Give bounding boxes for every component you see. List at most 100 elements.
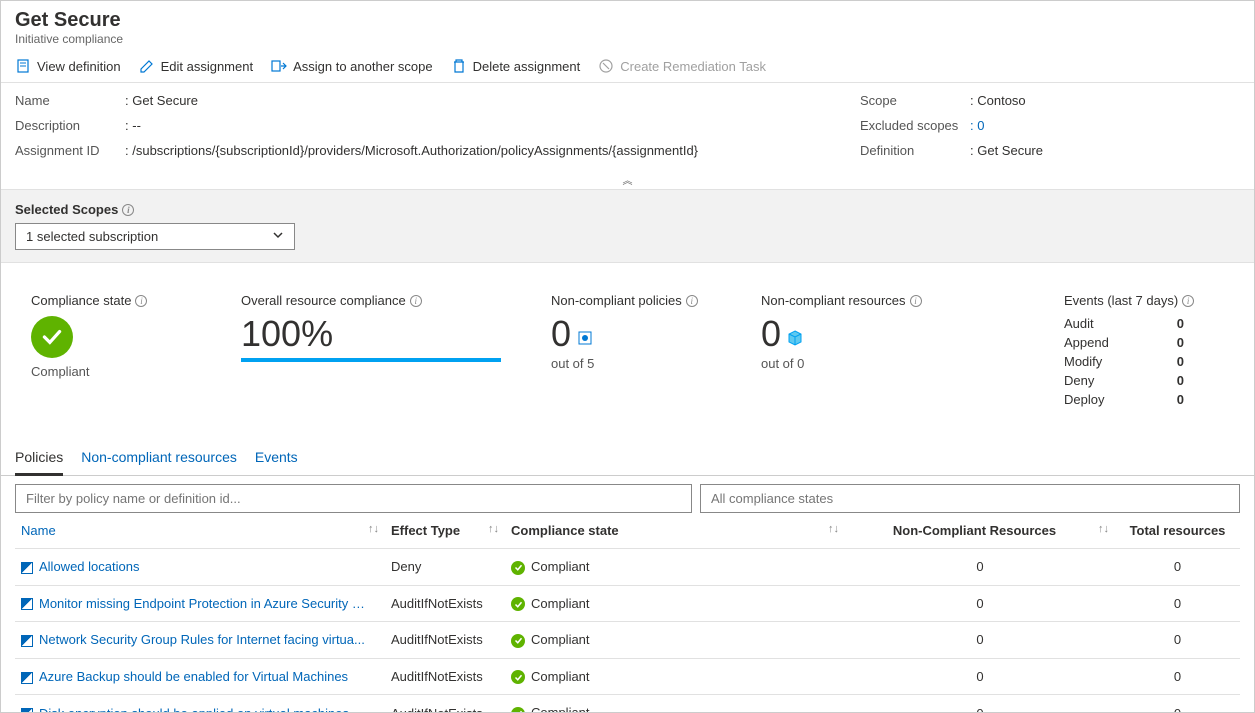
table-row[interactable]: Disk encryption should be applied on vir…: [15, 695, 1240, 713]
compliance-cell: Compliant: [505, 695, 845, 713]
scope-selector-value: 1 selected subscription: [26, 229, 158, 244]
definition-label: Definition: [860, 143, 970, 158]
event-value: 0: [1177, 316, 1184, 331]
overall-compliance-value: 100%: [241, 316, 501, 352]
noncompliant-cell: 0: [845, 549, 1115, 586]
page-subtitle: Initiative compliance: [15, 32, 1240, 46]
total-cell: 0: [1115, 622, 1240, 659]
noncompliant-cell: 0: [845, 658, 1115, 695]
tab-noncompliant-resources[interactable]: Non-compliant resources: [81, 441, 237, 475]
policy-name-cell[interactable]: Monitor missing Endpoint Protection in A…: [15, 585, 385, 622]
tabs: Policies Non-compliant resources Events: [1, 441, 1254, 476]
noncompliant-policies-sub: out of 5: [551, 356, 711, 371]
compliant-check-icon: [511, 597, 525, 611]
toolbar-label: Assign to another scope: [293, 59, 432, 74]
total-cell: 0: [1115, 695, 1240, 713]
policy-icon: [21, 635, 33, 647]
compliance-cell: Compliant: [505, 658, 845, 695]
stats-section: Compliance statei Compliant Overall reso…: [1, 263, 1254, 431]
excluded-scopes-label: Excluded scopes: [860, 118, 970, 133]
tab-policies[interactable]: Policies: [15, 441, 63, 476]
overall-compliance-stat: Overall resource compliancei 100%: [241, 293, 501, 411]
scope-value: : Contoso: [970, 93, 1026, 108]
pencil-icon: [139, 58, 155, 74]
event-value: 0: [1177, 392, 1184, 407]
info-icon[interactable]: i: [122, 204, 134, 216]
filter-state-input[interactable]: [700, 484, 1240, 513]
assign-scope-button[interactable]: Assign to another scope: [271, 58, 432, 74]
details-panel: Name : Get Secure Description : -- Assig…: [1, 83, 1254, 172]
noncompliant-cell: 0: [845, 622, 1115, 659]
policy-name-cell[interactable]: Allowed locations: [15, 549, 385, 586]
event-value: 0: [1177, 335, 1184, 350]
policy-name-cell[interactable]: Azure Backup should be enabled for Virtu…: [15, 658, 385, 695]
toolbar-label: Create Remediation Task: [620, 59, 766, 74]
col-compliance[interactable]: Compliance state↑↓: [505, 513, 845, 549]
name-label: Name: [15, 93, 125, 108]
total-cell: 0: [1115, 658, 1240, 695]
compliance-state-stat: Compliance statei Compliant: [31, 293, 191, 411]
table-row[interactable]: Allowed locationsDenyCompliant00: [15, 549, 1240, 586]
info-icon[interactable]: i: [686, 295, 698, 307]
noncompliant-cell: 0: [845, 695, 1115, 713]
effect-cell: AuditIfNotExists: [385, 622, 505, 659]
toolbar-label: Edit assignment: [161, 59, 254, 74]
selected-scopes-label: Selected Scopes i: [15, 202, 1240, 217]
page-title: Get Secure: [15, 9, 1240, 32]
collapse-details-bar[interactable]: ︽: [1, 172, 1254, 190]
event-row: Deploy 0: [1064, 392, 1184, 407]
policies-table: Name↑↓ Effect Type↑↓ Compliance state↑↓ …: [15, 513, 1240, 713]
policy-name-cell[interactable]: Disk encryption should be applied on vir…: [15, 695, 385, 713]
col-total[interactable]: Total resources: [1115, 513, 1240, 549]
noncompliant-resources-stat: Non-compliant resourcesi 0 out of 0: [761, 293, 922, 411]
policy-icon: [21, 562, 33, 574]
effect-cell: AuditIfNotExists: [385, 585, 505, 622]
compliance-cell: Compliant: [505, 549, 845, 586]
col-name[interactable]: Name↑↓: [15, 513, 385, 549]
compliance-cell: Compliant: [505, 585, 845, 622]
col-effect[interactable]: Effect Type↑↓: [385, 513, 505, 549]
total-cell: 0: [1115, 585, 1240, 622]
noncompliant-policies-value: 0: [551, 316, 571, 352]
sort-icon: ↑↓: [368, 523, 379, 535]
col-noncompliant[interactable]: Non-Compliant Resources↑↓: [845, 513, 1115, 549]
table-row[interactable]: Monitor missing Endpoint Protection in A…: [15, 585, 1240, 622]
assignment-id-value: : /subscriptions/{subscriptionId}/provid…: [125, 143, 698, 158]
trash-icon: [451, 58, 467, 74]
assign-icon: [271, 58, 287, 74]
compliant-check-icon: [511, 670, 525, 684]
progress-bar: [241, 358, 501, 362]
info-icon[interactable]: i: [135, 295, 147, 307]
event-row: Modify0: [1064, 354, 1184, 369]
event-label: Deploy: [1064, 392, 1104, 407]
assignment-id-label: Assignment ID: [15, 143, 125, 158]
delete-assignment-button[interactable]: Delete assignment: [451, 58, 581, 74]
policy-name-cell[interactable]: Network Security Group Rules for Interne…: [15, 622, 385, 659]
info-icon[interactable]: i: [410, 295, 422, 307]
name-value: : Get Secure: [125, 93, 198, 108]
description-label: Description: [15, 118, 125, 133]
policy-cube-icon: [577, 330, 593, 346]
scope-selector[interactable]: 1 selected subscription: [15, 223, 295, 250]
compliant-check-icon: [511, 561, 525, 575]
info-icon[interactable]: i: [910, 295, 922, 307]
sort-icon: ↑↓: [1098, 523, 1109, 535]
page-header: Get Secure Initiative compliance: [1, 1, 1254, 50]
table-row[interactable]: Azure Backup should be enabled for Virtu…: [15, 658, 1240, 695]
excluded-scopes-value[interactable]: : 0: [970, 118, 984, 133]
edit-assignment-button[interactable]: Edit assignment: [139, 58, 254, 74]
filter-name-input[interactable]: [15, 484, 692, 513]
effect-cell: AuditIfNotExists: [385, 695, 505, 713]
policy-icon: [21, 708, 33, 713]
table-row[interactable]: Network Security Group Rules for Interne…: [15, 622, 1240, 659]
tab-events[interactable]: Events: [255, 441, 298, 475]
sort-icon: ↑↓: [828, 523, 839, 535]
description-value: : --: [125, 118, 141, 133]
view-definition-button[interactable]: View definition: [15, 58, 121, 74]
sort-icon: ↑↓: [488, 523, 499, 535]
noncompliant-resources-sub: out of 0: [761, 356, 922, 371]
resource-cube-icon: [787, 330, 803, 346]
definition-value: : Get Secure: [970, 143, 1043, 158]
remediation-icon: [598, 58, 614, 74]
info-icon[interactable]: i: [1182, 295, 1194, 307]
